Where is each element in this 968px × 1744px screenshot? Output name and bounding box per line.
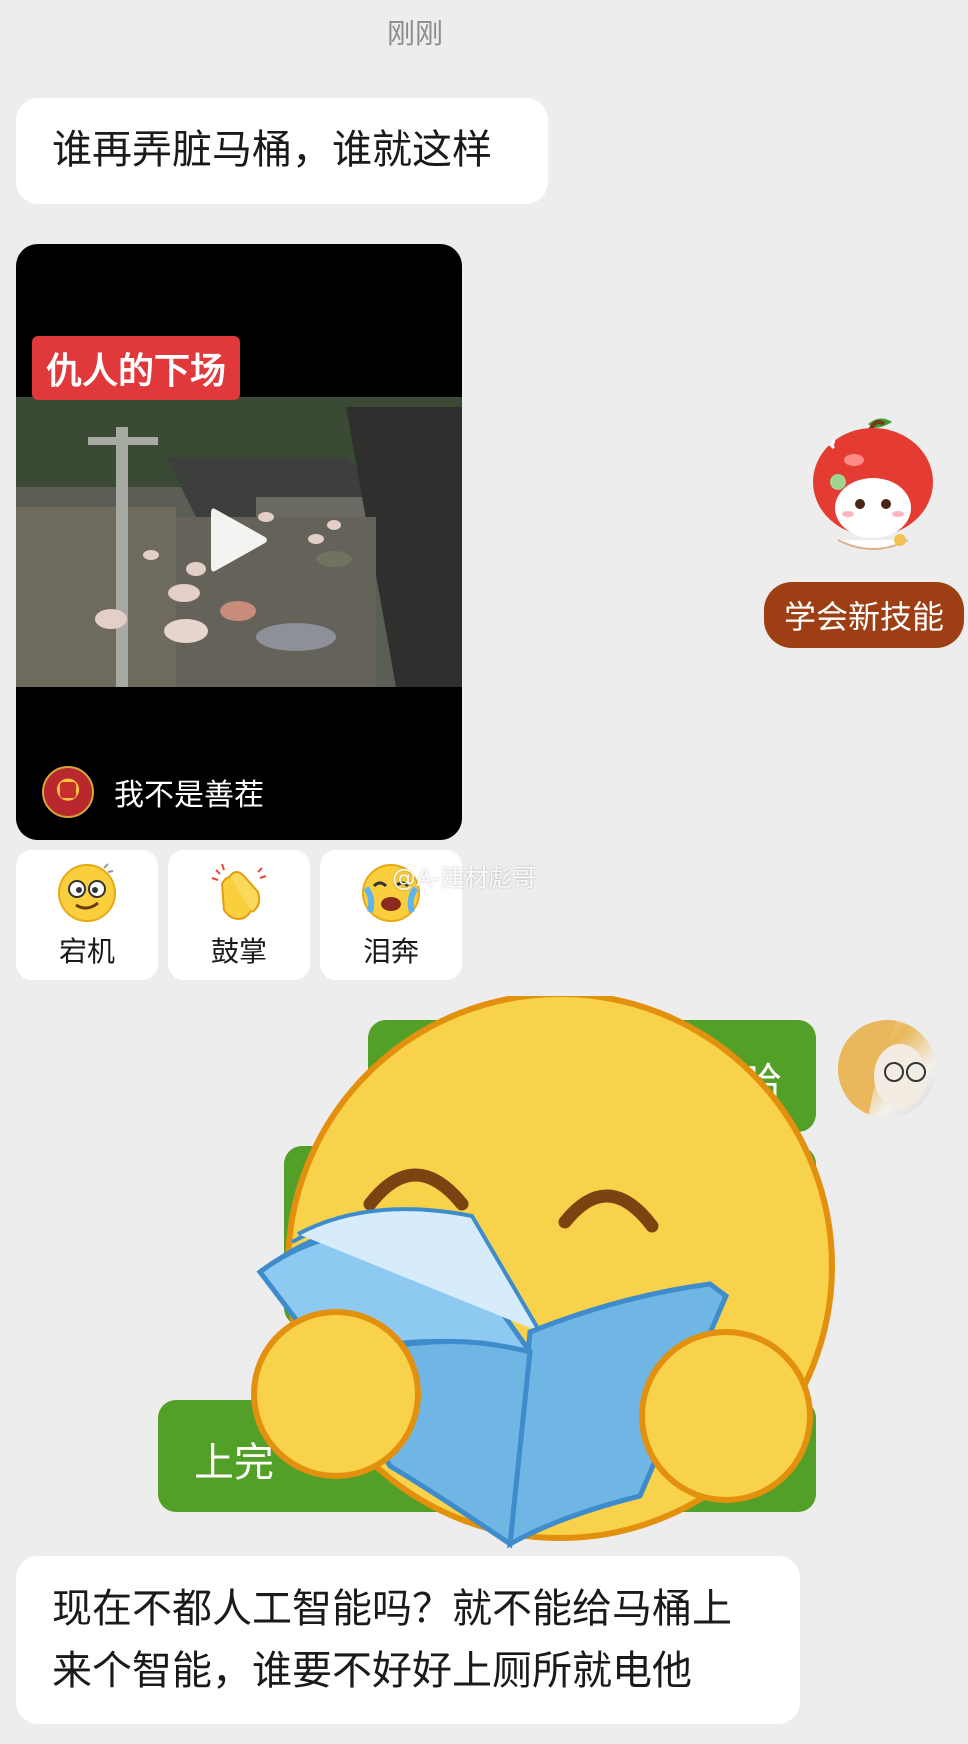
- video-title: 仇人的下场: [32, 336, 241, 400]
- author-avatar-emblem-icon: [42, 766, 94, 818]
- video-author[interactable]: 我不是善茬: [42, 764, 264, 820]
- message-text: 现在不都人工智能吗？就不能给马桶上来个智能，谁要不好好上厕所就电他: [52, 1586, 732, 1694]
- clapping-hands-icon: [211, 863, 267, 920]
- received-message-bubble[interactable]: 现在不都人工智能吗？就不能给马桶上来个智能，谁要不好好上厕所就电他: [16, 1556, 800, 1724]
- message-timestamp: 刚刚: [386, 17, 443, 50]
- user-avatar[interactable]: [838, 1020, 936, 1118]
- watermark: @A-建材彪哥: [392, 864, 537, 892]
- author-name: 我不是善茬: [114, 778, 264, 813]
- chat-view: 刚刚 谁再弄脏马桶，谁就这样 仇人的下场 我不是善茬 宕机 鼓掌 泪奔 @A-建…: [0, 0, 968, 1744]
- shared-video-card[interactable]: 仇人的下场 我不是善茬: [16, 244, 462, 840]
- learn-new-skill-button[interactable]: 学会新技能: [764, 582, 965, 648]
- reaction-label: 泪奔: [362, 935, 419, 968]
- dizzy-face-icon: [58, 863, 116, 922]
- reading-book-emoji-icon: [240, 991, 840, 1556]
- play-icon[interactable]: [209, 505, 269, 575]
- reaction-label: 宕机: [58, 935, 115, 968]
- received-message-bubble[interactable]: 谁再弄脏马桶，谁就这样: [16, 98, 548, 204]
- message-text: 谁再弄脏马桶，谁就这样: [52, 127, 492, 173]
- reaction-clap[interactable]: 鼓掌: [168, 850, 310, 980]
- apple-mascot-icon[interactable]: [808, 412, 938, 562]
- reaction-dizzy[interactable]: 宕机: [16, 850, 158, 980]
- reaction-label: 鼓掌: [210, 935, 267, 968]
